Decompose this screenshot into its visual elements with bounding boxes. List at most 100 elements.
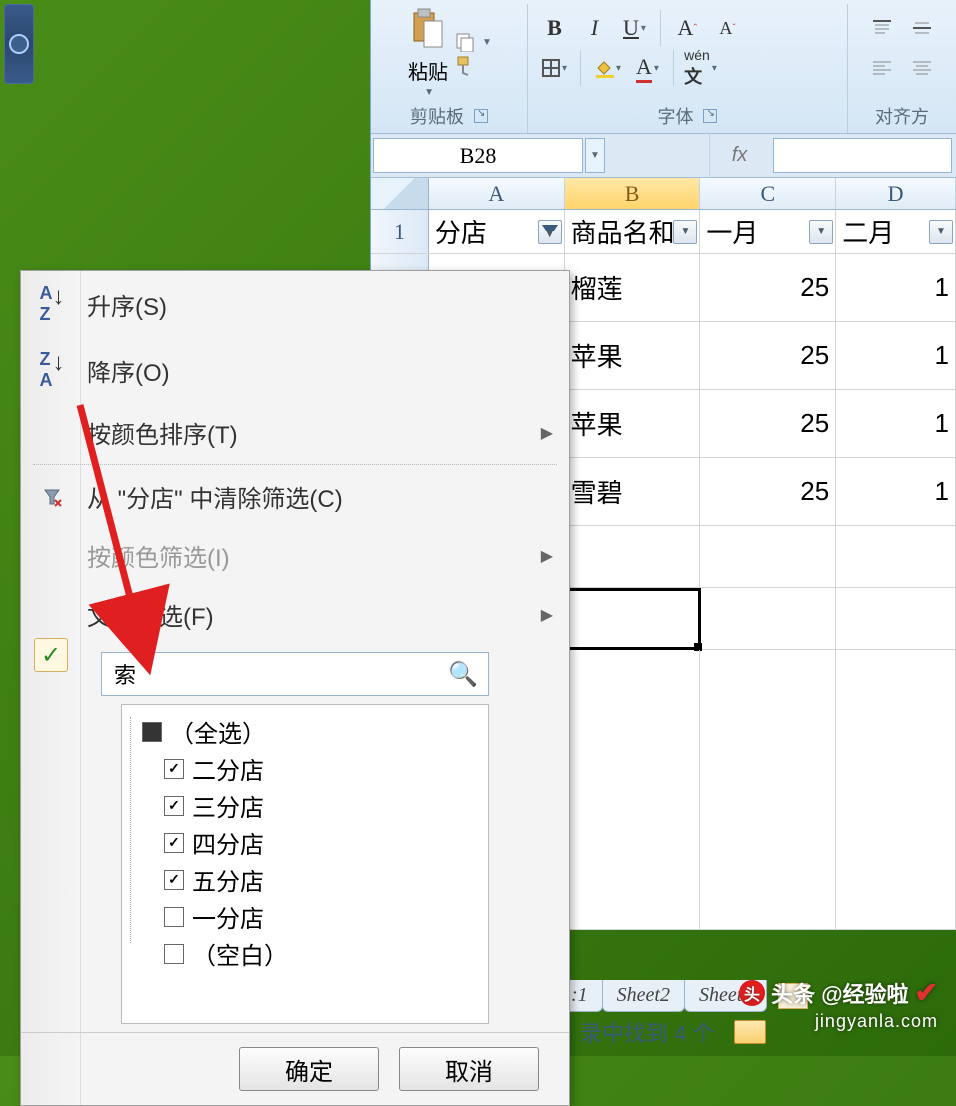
header-cell[interactable]: 分店 ▼ <box>429 210 565 253</box>
checkbox-partial-icon[interactable] <box>142 722 162 742</box>
cell[interactable]: 25 <box>700 390 836 457</box>
fx-button[interactable]: fx <box>709 134 769 177</box>
paste-label[interactable]: 粘贴 <box>408 56 448 85</box>
name-box-dropdown[interactable]: ▼ <box>585 138 605 173</box>
cell[interactable] <box>700 588 836 649</box>
cell[interactable] <box>565 588 701 649</box>
cell[interactable] <box>836 588 956 649</box>
cell[interactable]: 1 <box>836 458 956 525</box>
column-header-d[interactable]: D <box>836 178 956 209</box>
cell[interactable] <box>565 526 701 587</box>
row-number[interactable]: 1 <box>371 210 429 253</box>
search-icon[interactable]: 🔍 <box>448 660 478 689</box>
checkbox-icon[interactable] <box>164 833 184 853</box>
font-group-label: 字体 <box>657 103 693 129</box>
filter-button[interactable]: ▼ <box>929 220 953 244</box>
cell[interactable]: 榴莲 <box>565 254 701 321</box>
text-filter[interactable]: 文本筛选(F) ▶ <box>21 585 569 644</box>
filter-option[interactable]: （空白） <box>142 935 480 972</box>
clipboard-dialog-launcher[interactable] <box>474 109 488 123</box>
sort-ascending[interactable]: AZ↓ 升序(S) <box>21 271 569 337</box>
align-center-button[interactable] <box>904 50 940 86</box>
cell[interactable]: 苹果 <box>565 322 701 389</box>
grow-font-button[interactable]: Aˆ <box>669 10 705 46</box>
status-text: 录中找到 4 个 <box>580 1016 714 1048</box>
copy-dropdown[interactable]: ▼ <box>482 37 492 48</box>
font-dialog-launcher[interactable] <box>703 109 717 123</box>
phonetic-button[interactable]: wén文▾ <box>682 50 718 86</box>
cell[interactable]: 1 <box>836 390 956 457</box>
cell[interactable] <box>836 526 956 587</box>
taskbar-item[interactable] <box>4 4 34 84</box>
cell[interactable] <box>565 650 701 929</box>
underline-button[interactable]: U▾ <box>616 10 652 46</box>
checkbox-icon[interactable] <box>164 796 184 816</box>
paste-dropdown[interactable]: ▼ <box>424 87 434 98</box>
watermark: 头 头条 @经验啦 ✔ jingyanla.com <box>739 976 938 1032</box>
ribbon: 粘贴 ▼ ▼ 剪贴板 B I <box>371 0 956 134</box>
italic-button[interactable]: I <box>576 10 612 46</box>
clear-filter[interactable]: 从 "分店" 中清除筛选(C) <box>21 467 569 526</box>
header-cell[interactable]: 商品名和 ▼ <box>565 210 701 253</box>
cell[interactable]: 25 <box>700 458 836 525</box>
cell[interactable]: 1 <box>836 254 956 321</box>
borders-button[interactable]: ▾ <box>536 50 572 86</box>
filter-by-color: 按颜色筛选(I) ▶ <box>21 526 569 585</box>
header-cell[interactable]: 二月 ▼ <box>836 210 956 253</box>
filter-button[interactable]: ▼ <box>809 220 833 244</box>
column-header-a[interactable]: A <box>429 178 565 209</box>
cell[interactable] <box>700 650 836 929</box>
align-group: 对齐方 <box>848 4 956 133</box>
filter-option-label: 四分店 <box>192 825 264 860</box>
header-cell[interactable]: 一月 ▼ <box>700 210 836 253</box>
copy-icon[interactable] <box>454 31 476 53</box>
cell[interactable]: 雪碧 <box>565 458 701 525</box>
cell[interactable] <box>836 650 956 929</box>
cell[interactable]: 25 <box>700 254 836 321</box>
filter-checklist[interactable]: （全选） 二分店三分店四分店五分店一分店（空白） <box>121 704 489 1024</box>
bold-button[interactable]: B <box>536 10 572 46</box>
formula-bar-row: B28 ▼ fx <box>371 134 956 178</box>
filter-option-label: 二分店 <box>192 751 264 786</box>
filter-option[interactable]: 二分店 <box>142 750 480 787</box>
sort-by-color[interactable]: 按颜色排序(T) ▶ <box>21 403 569 462</box>
toutiao-logo-icon: 头 <box>739 980 765 1006</box>
filter-search[interactable]: 🔍 <box>101 652 489 696</box>
sort-desc-icon: ZA↓ <box>37 349 67 391</box>
cell[interactable]: 苹果 <box>565 390 701 457</box>
select-all-checkbox[interactable]: （全选） <box>142 713 480 750</box>
format-painter-icon[interactable] <box>454 55 476 77</box>
checkbox-icon[interactable] <box>164 870 184 890</box>
select-all-corner[interactable] <box>371 178 429 209</box>
font-group: B I U▾ Aˆ Aˇ ▾ ▾ A▾ wén文▾ 字体 <box>528 4 848 133</box>
column-header-b[interactable]: B <box>565 178 701 209</box>
formula-bar[interactable] <box>773 138 952 173</box>
sort-descending[interactable]: ZA↓ 降序(O) <box>21 337 569 403</box>
cell[interactable] <box>700 526 836 587</box>
filter-button[interactable]: ▼ <box>673 220 697 244</box>
cancel-button[interactable]: 取消 <box>399 1047 539 1091</box>
filter-option[interactable]: 四分店 <box>142 824 480 861</box>
checkbox-icon[interactable] <box>164 759 184 779</box>
filter-option[interactable]: 一分店 <box>142 898 480 935</box>
font-color-button[interactable]: A▾ <box>629 50 665 86</box>
cell[interactable]: 25 <box>700 322 836 389</box>
align-left-button[interactable] <box>864 50 900 86</box>
column-header-c[interactable]: C <box>700 178 836 209</box>
checkbox-icon[interactable] <box>164 944 184 964</box>
cell[interactable]: 1 <box>836 322 956 389</box>
align-top-button[interactable] <box>864 10 900 46</box>
paste-icon[interactable] <box>406 6 450 54</box>
submenu-arrow-icon: ▶ <box>541 423 553 443</box>
name-box[interactable]: B28 <box>373 138 583 173</box>
filter-search-input[interactable] <box>112 660 448 688</box>
filter-option[interactable]: 五分店 <box>142 861 480 898</box>
align-middle-button[interactable] <box>904 10 940 46</box>
filter-button-active[interactable]: ▼ <box>538 220 562 244</box>
filter-option[interactable]: 三分店 <box>142 787 480 824</box>
shrink-font-button[interactable]: Aˇ <box>709 10 745 46</box>
fill-color-button[interactable]: ▾ <box>589 50 625 86</box>
ok-button[interactable]: 确定 <box>239 1047 379 1091</box>
checkbox-icon[interactable] <box>164 907 184 927</box>
sheet-tab[interactable]: Sheet2 <box>602 980 685 1012</box>
